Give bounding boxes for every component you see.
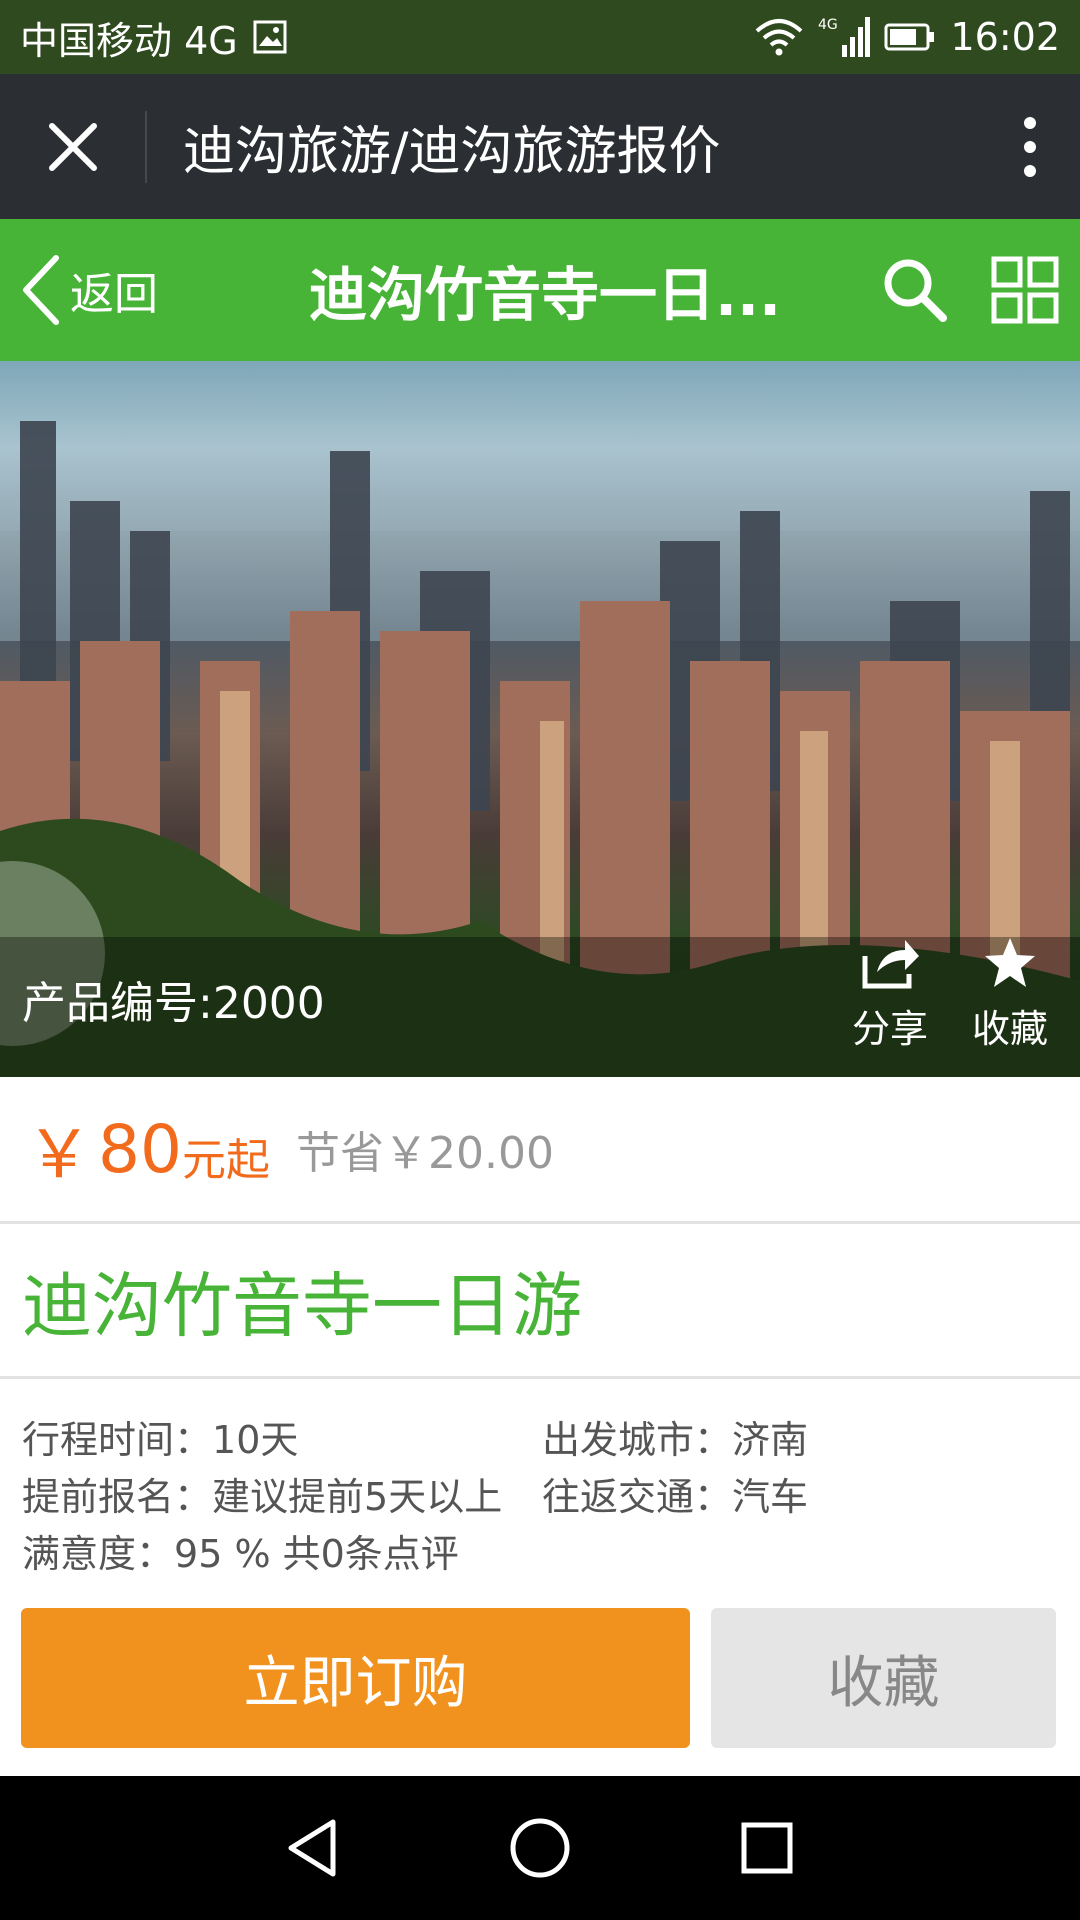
transport-info: 往返交通：汽车 — [542, 1466, 1062, 1521]
duration-value: 10天 — [212, 1418, 299, 1462]
nav-home-button[interactable] — [480, 1788, 600, 1908]
advance-value: 建议提前5天以上 — [212, 1475, 503, 1519]
price-unit: 元起 — [181, 1135, 270, 1186]
departure-value: 济南 — [732, 1418, 809, 1462]
system-nav-bar — [0, 1776, 1080, 1920]
info-row: 满意度：95 % 共0条点评 — [22, 1522, 1062, 1579]
satisfaction-key: 满意度： — [22, 1532, 175, 1576]
page-title: 迪沟竹音寺一日... — [308, 261, 782, 329]
info-row: 提前报名：建议提前5天以上 往返交通：汽车 — [22, 1465, 1062, 1522]
price-savings: 节省￥20.00 — [295, 1128, 554, 1179]
satisfaction-info: 满意度：95 % 共0条点评 — [22, 1523, 1062, 1578]
status-right: 4G 16:02 — [754, 15, 1060, 59]
battery-icon — [884, 22, 936, 52]
product-title: 迪沟竹音寺一日游 — [22, 1264, 582, 1347]
page-header: 返回 迪沟竹音寺一日... — [0, 219, 1080, 361]
nav-recent-icon — [741, 1822, 793, 1874]
price-value: 80 — [98, 1110, 182, 1188]
price-currency: ￥ — [26, 1116, 92, 1193]
menu-grid-button[interactable] — [970, 219, 1080, 361]
back-button[interactable]: 返回 — [0, 219, 230, 361]
grid-icon — [991, 256, 1059, 324]
hero-favorite-button[interactable]: 收藏 — [955, 936, 1065, 1053]
search-button[interactable] — [860, 219, 970, 361]
nav-back-icon — [288, 1819, 336, 1877]
status-bar: 中国移动 4G 4G 16:02 — [0, 0, 1080, 74]
browser-title: 迪沟旅游/迪沟旅游报价 — [183, 122, 721, 182]
duration-key: 行程时间： — [22, 1418, 213, 1462]
chevron-left-icon — [23, 255, 59, 325]
advance-key: 提前报名： — [22, 1475, 213, 1519]
carrier-label: 中国移动 4G — [20, 18, 238, 63]
duration-info: 行程时间：10天 — [22, 1409, 542, 1464]
browser-bar: 迪沟旅游/迪沟旅游报价 — [0, 74, 1080, 219]
transport-key: 往返交通： — [542, 1475, 733, 1519]
satisfaction-value: 95 % 共0条点评 — [174, 1532, 459, 1576]
more-vertical-icon — [1024, 116, 1036, 177]
buy-now-button[interactable]: 立即订购 — [21, 1608, 690, 1748]
image-notification-icon — [252, 19, 288, 55]
more-button[interactable] — [980, 74, 1080, 219]
nav-home-icon — [510, 1818, 570, 1878]
departure-key: 出发城市： — [542, 1418, 733, 1462]
transport-value: 汽车 — [732, 1475, 809, 1519]
departure-info: 出发城市：济南 — [542, 1409, 1062, 1464]
close-icon — [48, 122, 97, 171]
product-code: 产品编号:2000 — [22, 978, 325, 1029]
wifi-icon — [754, 17, 804, 57]
product-info: 行程时间：10天 出发城市：济南 提前报名：建议提前5天以上 往返交通：汽车 满… — [22, 1408, 1062, 1579]
back-label: 返回 — [70, 269, 158, 320]
nav-recent-button[interactable] — [707, 1788, 827, 1908]
network-label: 4G — [818, 17, 838, 33]
search-icon — [884, 259, 947, 322]
close-button[interactable] — [0, 74, 145, 219]
product-title-row: 迪沟竹音寺一日游 — [0, 1224, 1080, 1379]
price-row: ￥ 80 元起 节省￥20.00 — [0, 1077, 1080, 1224]
share-button[interactable]: 分享 — [835, 936, 945, 1053]
hero-favorite-label: 收藏 — [971, 1007, 1048, 1051]
hero-image: 产品编号:2000 分享 收藏 — [0, 361, 1080, 1077]
status-left: 中国移动 4G — [20, 10, 288, 65]
star-icon — [985, 938, 1035, 987]
share-icon — [862, 940, 919, 989]
nav-back-button[interactable] — [253, 1788, 373, 1908]
clock: 16:02 — [950, 15, 1060, 59]
signal-icon: 4G — [818, 15, 871, 59]
info-row: 行程时间：10天 出发城市：济南 — [22, 1408, 1062, 1465]
favorite-button[interactable]: 收藏 — [711, 1608, 1056, 1748]
advance-info: 提前报名：建议提前5天以上 — [22, 1466, 542, 1521]
share-label: 分享 — [851, 1007, 928, 1051]
